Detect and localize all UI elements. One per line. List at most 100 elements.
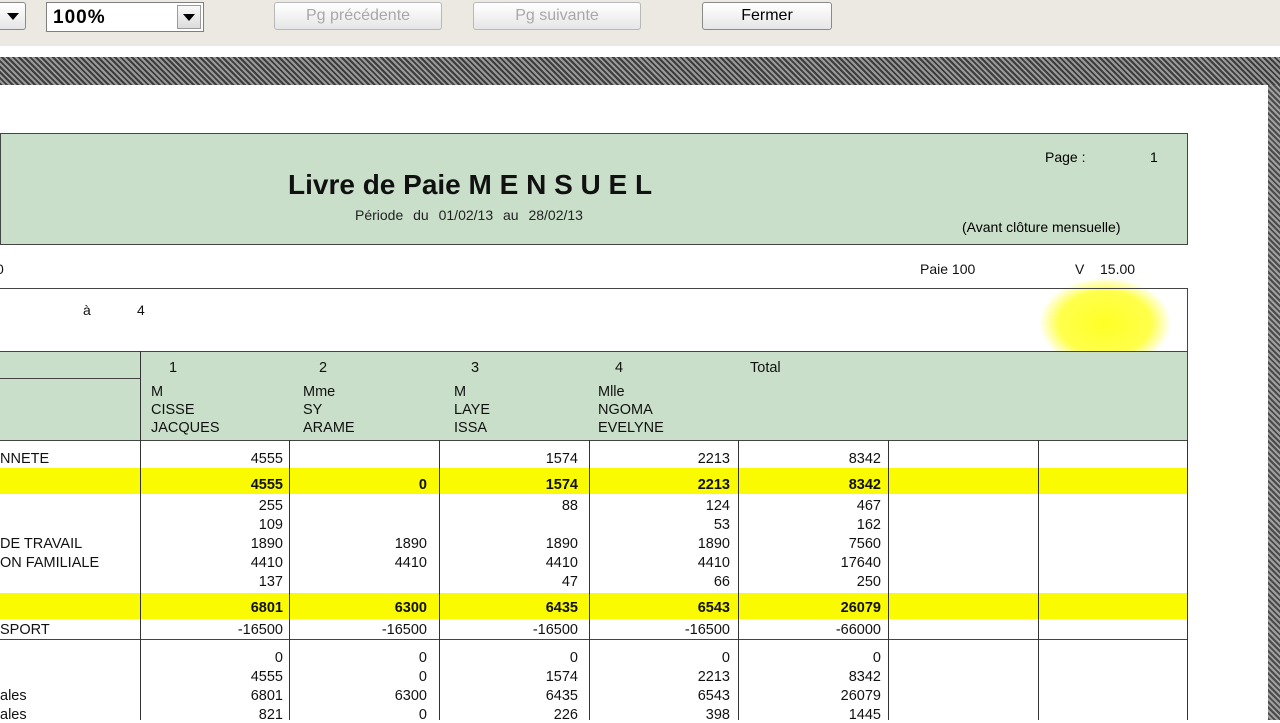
report-title: Livre de Paie M E N S U E L xyxy=(288,169,653,200)
table-cell: 109 xyxy=(258,517,283,533)
prev-page-button[interactable]: Pg précédente xyxy=(274,2,442,30)
table-cell: 1890 xyxy=(250,536,283,552)
row-total-cell: 26079 xyxy=(840,600,881,616)
column-total-label: Total xyxy=(750,360,781,376)
table-cell: 137 xyxy=(258,574,283,590)
table-cell: 47 xyxy=(561,574,578,590)
column-divider xyxy=(888,440,889,720)
employee-last-name: NGOMA xyxy=(598,402,653,418)
row-total-cell: 17640 xyxy=(840,555,881,571)
table-cell: 398 xyxy=(705,707,730,723)
table-cell: 226 xyxy=(553,707,578,723)
table-cell: 4410 xyxy=(545,555,578,571)
paie-label: Paie 100 xyxy=(920,261,976,277)
employee-first-name: JACQUES xyxy=(151,420,220,436)
table-cell: 4555 xyxy=(250,669,283,685)
employee-header: Mme SY ARAME xyxy=(303,383,355,437)
table-cell: 124 xyxy=(705,498,730,514)
table-cell: 1890 xyxy=(697,536,730,552)
header-divider xyxy=(0,378,140,379)
toolbar-left-button[interactable] xyxy=(0,2,26,30)
employee-civility: M xyxy=(454,384,467,400)
table-cell: 255 xyxy=(258,498,283,514)
row-total-cell: 8342 xyxy=(848,477,881,493)
employee-last-name: LAYE xyxy=(454,402,491,418)
column-number: 3 xyxy=(471,360,480,376)
table-cell: 1890 xyxy=(545,536,578,552)
table-cell: 2213 xyxy=(697,477,730,493)
column-number: 2 xyxy=(319,360,328,376)
table-cell: 6801 xyxy=(250,688,283,704)
table-cell: -16500 xyxy=(237,622,283,638)
table-cell: 6300 xyxy=(394,688,427,704)
table-cell: 2213 xyxy=(697,669,730,685)
version-label: V xyxy=(1075,261,1085,277)
section-divider xyxy=(0,639,1188,640)
table-cell: 66 xyxy=(713,574,730,590)
selection-box xyxy=(0,288,1188,354)
table-cell: 0 xyxy=(721,650,730,666)
column-divider xyxy=(1187,440,1188,720)
table-cell: 821 xyxy=(258,707,283,723)
close-button[interactable]: Fermer xyxy=(702,2,832,30)
zoom-select[interactable]: 100% xyxy=(46,2,204,32)
row-label: SPORT xyxy=(0,622,50,638)
employee-first-name: ARAME xyxy=(303,420,355,436)
employee-header: M CISSE JACQUES xyxy=(151,383,220,437)
chevron-down-icon xyxy=(183,13,195,21)
column-number: 1 xyxy=(169,360,178,376)
employee-first-name: ISSA xyxy=(454,420,488,436)
row-total-cell: 250 xyxy=(856,574,881,590)
table-cell: 6801 xyxy=(250,600,283,616)
row-total-cell: 467 xyxy=(856,498,881,514)
report-page[interactable]: Livre de Paie M E N S U E L Période du 0… xyxy=(0,85,1268,723)
table-cell: 0 xyxy=(418,477,427,493)
table-cell: 88 xyxy=(561,498,578,514)
table-cell: 1890 xyxy=(394,536,427,552)
table-cell: 1574 xyxy=(545,669,578,685)
table-cell: 4410 xyxy=(697,555,730,571)
next-page-button[interactable]: Pg suivante xyxy=(473,2,641,30)
row-label: ales xyxy=(0,707,27,723)
table-cell: 1574 xyxy=(545,451,578,467)
version-value: 15.00 xyxy=(1100,261,1136,277)
column-divider xyxy=(140,351,141,720)
table-cell: 6435 xyxy=(545,688,578,704)
column-number: 4 xyxy=(615,360,624,376)
table-cell: 0 xyxy=(418,669,427,685)
table-cell: 0 xyxy=(569,650,578,666)
employee-civility: Mlle xyxy=(598,384,625,400)
table-cell: -16500 xyxy=(684,622,730,638)
table-cell: 6543 xyxy=(697,600,730,616)
table-cell: 4555 xyxy=(250,477,283,493)
table-cell: 6300 xyxy=(394,600,427,616)
table-cell: 6543 xyxy=(697,688,730,704)
table-cell: 4410 xyxy=(250,555,283,571)
table-cell: 1574 xyxy=(545,477,578,493)
employee-last-name: SY xyxy=(303,402,323,418)
table-cell: -16500 xyxy=(381,622,427,638)
table-cell: -16500 xyxy=(532,622,578,638)
zoom-value: 100% xyxy=(53,7,106,28)
table-cell: 0 xyxy=(274,650,283,666)
column-divider xyxy=(589,440,590,720)
chevron-down-icon xyxy=(7,12,19,20)
employee-last-name: CISSE xyxy=(151,402,195,418)
row-total-cell: -66000 xyxy=(835,622,881,638)
table-cell: 4555 xyxy=(250,451,283,467)
row-total-cell: 0 xyxy=(872,650,881,666)
row-label: ales xyxy=(0,688,27,704)
column-divider xyxy=(1038,440,1039,720)
zoom-dropdown-button[interactable] xyxy=(177,5,201,29)
left-char: 0 xyxy=(0,261,4,277)
row-label: ON FAMILIALE xyxy=(0,555,100,571)
column-divider xyxy=(439,440,440,720)
range-a: à xyxy=(83,302,91,318)
page-number: 1 xyxy=(1150,149,1158,165)
closing-status: (Avant clôture mensuelle) xyxy=(962,219,1121,235)
table-cell: 0 xyxy=(418,650,427,666)
row-total-cell: 8342 xyxy=(848,669,881,685)
row-total-cell: 8342 xyxy=(848,451,881,467)
table-cell: 53 xyxy=(713,517,730,533)
row-total-cell: 162 xyxy=(856,517,881,533)
